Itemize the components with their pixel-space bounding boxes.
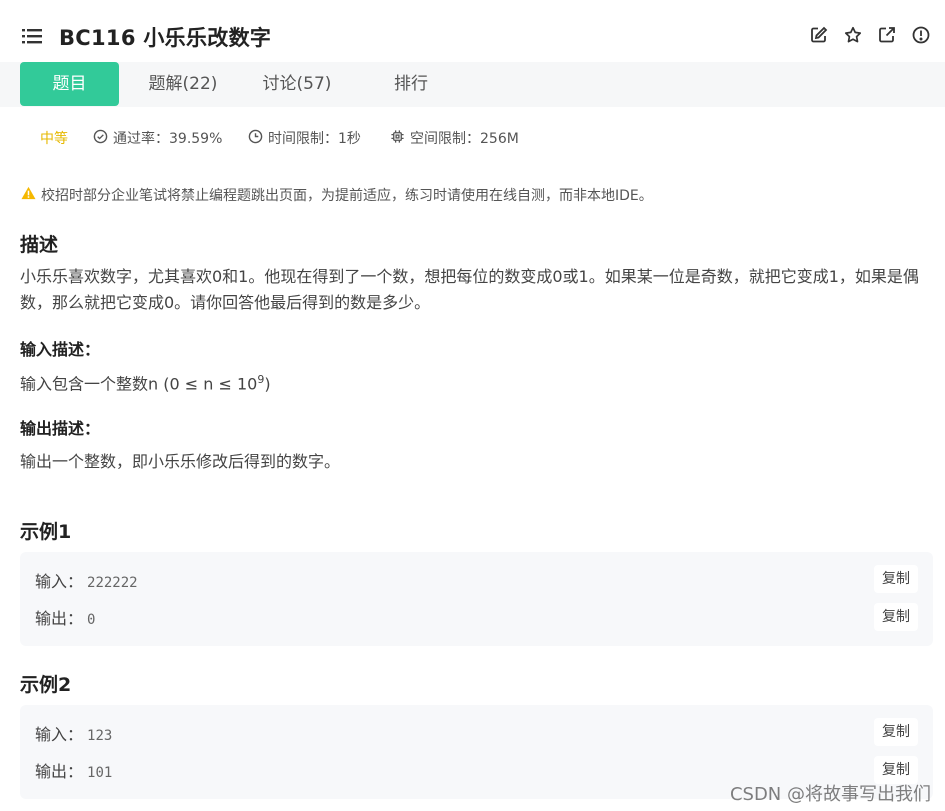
output-desc-text: 输出一个整数，即小乐乐修改后得到的数字。 [20, 452, 341, 471]
description-heading: 描述 [20, 234, 59, 256]
space-limit: 空间限制：256M [390, 128, 519, 148]
example2-input-label: 输入： [35, 725, 84, 744]
example1-heading: 示例1 [20, 521, 72, 543]
difficulty-badge: 中等 [40, 128, 68, 148]
space-limit-text: 空间限制：256M [410, 131, 519, 147]
star-icon[interactable] [843, 25, 863, 45]
example2-output-label: 输出： [35, 762, 84, 781]
tab-bar: 题目 题解(22) 讨论(57) 排行 [0, 62, 945, 107]
tab-solutions[interactable]: 题解(22) [133, 62, 233, 106]
clock-icon [248, 129, 263, 148]
example2-input-row: 输入： 123 [35, 721, 112, 745]
example2-output-row: 输出： 101 [35, 758, 112, 782]
description-text: 小乐乐喜欢数字，尤其喜欢0和1。他现在得到了一个数，想把每位的数变成0或1。如果… [20, 267, 919, 312]
example1-input-value: 222222 [87, 575, 138, 591]
example1-output-label: 输出： [35, 609, 84, 628]
example1-input-copy-button[interactable]: 复制 [874, 565, 918, 593]
warning-text: 校招时部分企业笔试将禁止编程题跳出页面，为提前适应，练习时请使用在线自测，而非本… [41, 188, 653, 204]
external-link-icon[interactable] [877, 25, 897, 45]
difficulty-label: 中等 [40, 131, 68, 147]
example1-output-copy-button[interactable]: 复制 [874, 603, 918, 631]
warning-icon [21, 186, 36, 204]
example2-input-value: 123 [87, 728, 113, 744]
pass-rate: 通过率：39.59% [93, 128, 222, 148]
page-title: BC116 小乐乐改数字 [59, 26, 272, 50]
csdn-watermark: CSDN @将故事写出我们 [729, 784, 931, 805]
header-actions [809, 25, 931, 45]
input-desc-heading: 输入描述： [20, 340, 101, 359]
problem-header: BC116 小乐乐改数字 [0, 0, 945, 62]
pass-rate-text: 通过率：39.59% [113, 131, 223, 147]
report-icon[interactable] [911, 25, 931, 45]
edit-icon[interactable] [809, 25, 829, 45]
example2-heading: 示例2 [20, 674, 72, 696]
example2-output-value: 101 [87, 765, 113, 781]
chip-icon [390, 129, 405, 148]
exam-warning: 校招时部分企业笔试将禁止编程题跳出页面，为提前适应，练习时请使用在线自测，而非本… [21, 185, 653, 205]
tab-ranking[interactable]: 排行 [361, 62, 461, 106]
check-circle-icon [93, 129, 108, 148]
input-desc-main: 输入包含一个整数n (0 ≤ n ≤ 10 [20, 374, 258, 394]
input-desc-close: ) [264, 374, 271, 394]
example1-input-label: 输入： [35, 572, 84, 591]
example1-box: 输入： 222222 复制 输出： 0 复制 [20, 552, 933, 646]
example1-input-row: 输入： 222222 [35, 568, 138, 592]
input-desc-text: 输入包含一个整数n (0 ≤ n ≤ 109) [20, 367, 930, 397]
time-limit: 时间限制：1秒 [248, 128, 361, 148]
tab-problem[interactable]: 题目 [20, 62, 119, 106]
output-desc-heading: 输出描述： [20, 419, 101, 438]
tab-discussion[interactable]: 讨论(57) [247, 62, 347, 106]
example1-output-row: 输出： 0 [35, 605, 95, 629]
list-menu-icon[interactable] [22, 27, 42, 45]
time-limit-text: 时间限制：1秒 [268, 131, 361, 147]
example2-input-copy-button[interactable]: 复制 [874, 718, 918, 746]
example1-output-value: 0 [87, 612, 96, 628]
